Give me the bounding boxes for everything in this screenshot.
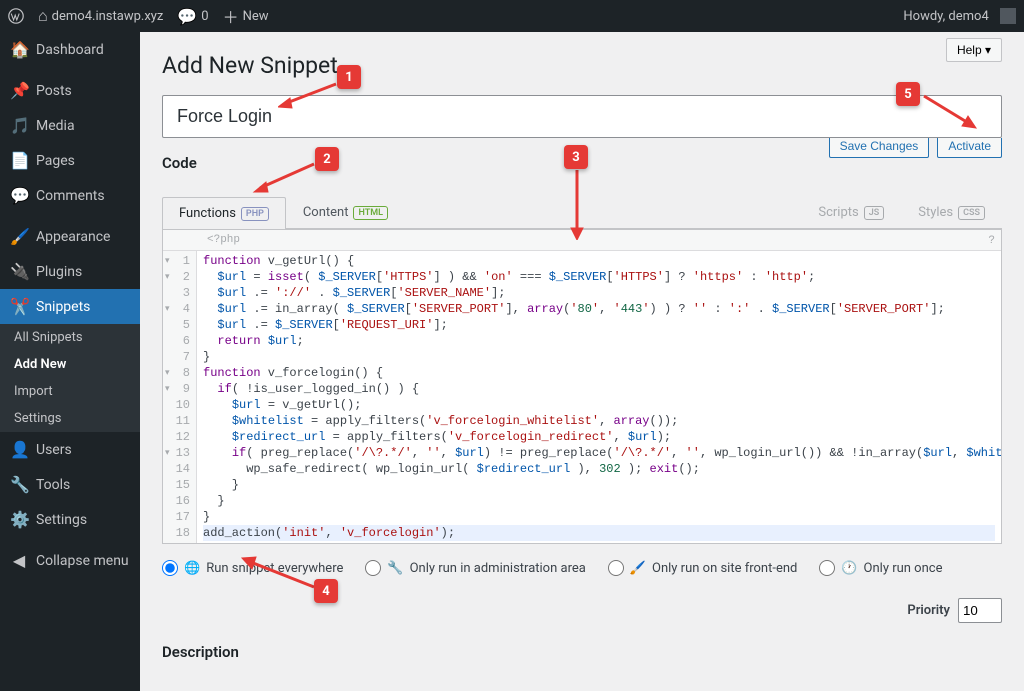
- sidebar-sub-add[interactable]: Add New: [0, 351, 140, 378]
- callout-5: 5: [896, 82, 920, 106]
- activate-button[interactable]: Activate: [937, 138, 1002, 158]
- tab-scripts: ScriptsJS: [801, 196, 901, 228]
- wp-logo[interactable]: [8, 8, 24, 24]
- pin-icon: 📌: [10, 81, 28, 100]
- sidebar-item-posts[interactable]: 📌Posts: [0, 73, 140, 108]
- brush-icon: 🖌️: [630, 561, 646, 576]
- sidebar-sub-import[interactable]: Import: [0, 378, 140, 405]
- howdy[interactable]: Howdy, demo4: [903, 8, 1016, 24]
- sidebar-item-appearance[interactable]: 🖌️Appearance: [0, 219, 140, 254]
- callout-2: 2: [315, 147, 339, 171]
- sidebar-item-media[interactable]: 🎵Media: [0, 108, 140, 143]
- priority-input[interactable]: [958, 598, 1002, 623]
- brush-icon: 🖌️: [10, 227, 28, 246]
- save-changes-button[interactable]: Save Changes: [829, 138, 930, 158]
- tab-styles: StylesCSS: [901, 196, 1002, 228]
- sidebar-submenu-snippets: All Snippets Add New Import Settings: [0, 324, 140, 432]
- main-content: Help ▾ Add New Snippet Save Changes Acti…: [140, 32, 1024, 691]
- plugin-icon: 🔌: [10, 262, 28, 281]
- sidebar-item-settings[interactable]: ⚙️Settings: [0, 502, 140, 537]
- code-help-icon[interactable]: ?: [988, 233, 995, 249]
- site-link[interactable]: ⌂demo4.instawp.xyz: [38, 6, 163, 26]
- tab-content[interactable]: ContentHTML: [286, 196, 405, 228]
- sidebar-sub-all[interactable]: All Snippets: [0, 324, 140, 351]
- wrench-icon: 🔧: [10, 475, 28, 494]
- dashboard-icon: 🏠: [10, 40, 28, 59]
- user-icon: 👤: [10, 440, 28, 459]
- scope-frontend[interactable]: 🖌️Only run on site front-end: [608, 560, 798, 576]
- callout-3: 3: [564, 145, 588, 169]
- settings-icon: ⚙️: [10, 510, 28, 529]
- scope-once[interactable]: 🕐Only run once: [819, 560, 942, 576]
- media-icon: 🎵: [10, 116, 28, 135]
- help-button[interactable]: Help ▾: [946, 38, 1002, 62]
- sidebar-item-plugins[interactable]: 🔌Plugins: [0, 254, 140, 289]
- page-title: Add New Snippet: [162, 52, 1002, 79]
- avatar: [1000, 8, 1016, 24]
- sidebar-sub-settings[interactable]: Settings: [0, 405, 140, 432]
- clock-icon: 🕐: [841, 561, 857, 576]
- callout-4: 4: [314, 579, 338, 603]
- admin-sidebar: 🏠Dashboard 📌Posts 🎵Media 📄Pages 💬Comment…: [0, 32, 140, 691]
- code-lines[interactable]: function v_getUrl() { $url = isset( $_SE…: [197, 251, 1001, 543]
- sidebar-item-snippets[interactable]: ✂️Snippets: [0, 289, 140, 324]
- new-link[interactable]: ＋New: [223, 4, 269, 28]
- sidebar-item-dashboard[interactable]: 🏠Dashboard: [0, 32, 140, 67]
- sidebar-collapse[interactable]: ◀Collapse menu: [0, 543, 140, 578]
- code-editor[interactable]: <?php? ▾1▾23▾4567▾8▾9101112▾131415161718…: [162, 229, 1002, 544]
- globe-icon: 🌐: [184, 561, 200, 576]
- scope-admin[interactable]: 🔧Only run in administration area: [365, 560, 585, 576]
- admin-bar: ⌂demo4.instawp.xyz 💬0 ＋New Howdy, demo4: [0, 0, 1024, 32]
- sidebar-item-comments[interactable]: 💬Comments: [0, 178, 140, 213]
- comment-icon: 💬: [10, 186, 28, 205]
- collapse-icon: ◀: [10, 551, 28, 570]
- code-gutter: ▾1▾23▾4567▾8▾9101112▾131415161718: [163, 251, 197, 543]
- sidebar-item-pages[interactable]: 📄Pages: [0, 143, 140, 178]
- sidebar-item-tools[interactable]: 🔧Tools: [0, 467, 140, 502]
- callout-1: 1: [337, 65, 361, 89]
- scissors-icon: ✂️: [10, 297, 28, 316]
- comments-link[interactable]: 💬0: [177, 7, 208, 26]
- tab-functions[interactable]: FunctionsPHP: [162, 197, 286, 229]
- sidebar-item-users[interactable]: 👤Users: [0, 432, 140, 467]
- wrench-icon: 🔧: [387, 561, 403, 576]
- priority-field: Priority: [907, 598, 1002, 623]
- page-icon: 📄: [10, 151, 28, 170]
- description-heading: Description: [162, 643, 1002, 661]
